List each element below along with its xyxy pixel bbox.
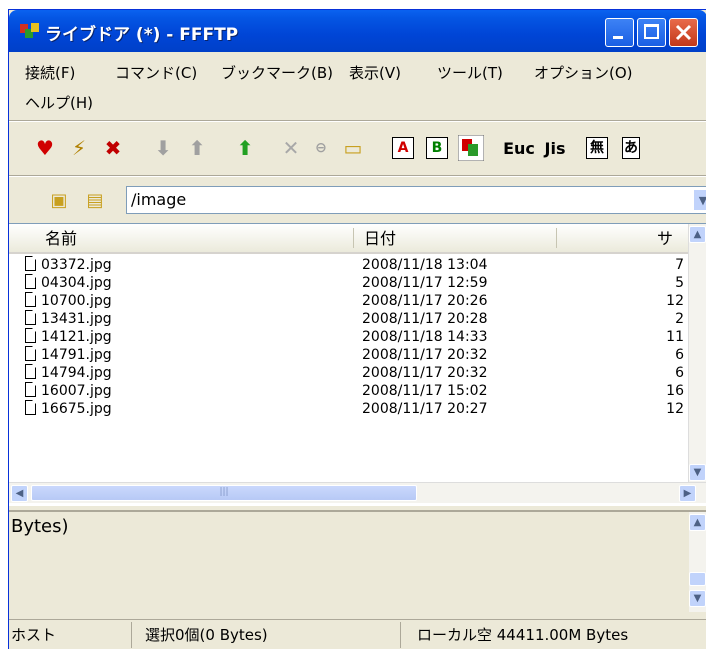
file-icon xyxy=(25,400,36,415)
maximize-icon xyxy=(644,24,659,39)
menu-help[interactable]: ヘルプ(H) xyxy=(25,92,93,113)
jis-icon[interactable]: Jis xyxy=(541,134,569,162)
column-divider[interactable] xyxy=(353,228,354,248)
mkdir-icon[interactable]: ▭ xyxy=(339,134,367,162)
auto-mode-icon[interactable] xyxy=(457,134,485,162)
disconnect-icon[interactable]: ✖ xyxy=(99,134,127,162)
log-scroll-up-button[interactable]: ▲ xyxy=(689,514,706,531)
log-vertical-scrollbar[interactable]: ▲ ▼ xyxy=(689,512,706,612)
file-icon xyxy=(25,310,36,325)
status-bar: ホスト 選択0個(0 Bytes) ローカル空 44411.00M Bytes xyxy=(9,619,706,649)
no-convert-icon[interactable]: 無 xyxy=(583,134,611,162)
scroll-right-button[interactable]: ▶ xyxy=(679,485,696,502)
chevron-down-icon[interactable]: ▼ xyxy=(693,189,706,211)
parent-folder-icon[interactable]: ▣ xyxy=(45,186,73,214)
horizontal-scroll-thumb[interactable]: ||| xyxy=(31,485,417,501)
delete-icon[interactable]: ✕ xyxy=(277,134,305,162)
log-scroll-thumb[interactable] xyxy=(689,572,706,586)
column-header-size[interactable]: サ xyxy=(657,224,687,252)
maximize-button[interactable] xyxy=(637,18,666,47)
file-icon xyxy=(25,256,36,271)
status-local-free: ローカル空 44411.00M Bytes xyxy=(417,626,629,644)
status-host: ホスト xyxy=(11,622,132,648)
table-row[interactable]: 04304.jpg 2008/11/17 12:59 5 xyxy=(9,274,689,292)
menu-tools[interactable]: ツール(T) xyxy=(437,62,503,83)
menu-bar: 接続(F) コマンド(C) ブックマーク(B) 表示(V) ツール(T) オプシ… xyxy=(9,54,706,120)
file-icon xyxy=(25,274,36,289)
menu-bookmark[interactable]: ブックマーク(B) xyxy=(221,62,333,83)
file-list-horizontal-scrollbar[interactable]: ◀ ||| ▶ xyxy=(9,482,706,503)
column-header-date[interactable]: 日付 xyxy=(364,224,396,252)
rename-icon[interactable]: ⊖ xyxy=(307,134,335,162)
scroll-up-button[interactable]: ▲ xyxy=(689,226,706,243)
menu-view[interactable]: 表示(V) xyxy=(349,62,401,83)
table-row[interactable]: 10700.jpg 2008/11/17 20:26 12 xyxy=(9,292,689,310)
remote-path-value: /image xyxy=(131,190,187,209)
list-header: 名前 日付 サ xyxy=(9,224,706,254)
title-bar[interactable]: ライブドア (*) - FFFTP xyxy=(9,10,706,52)
scroll-left-button[interactable]: ◀ xyxy=(11,485,28,502)
scroll-down-button[interactable]: ▼ xyxy=(689,464,706,481)
status-selection: 選択0個(0 Bytes) xyxy=(137,622,401,648)
euc-icon[interactable]: Euc xyxy=(503,134,535,162)
column-divider[interactable] xyxy=(556,228,557,248)
minimize-button[interactable] xyxy=(605,18,634,47)
file-icon xyxy=(25,364,36,379)
log-text: Bytes) xyxy=(11,516,69,537)
remote-file-list[interactable]: 名前 日付 サ 03372.jpg 2008/11/18 13:04 7 043… xyxy=(9,223,706,506)
toolbar-separator xyxy=(9,175,706,177)
table-row[interactable]: 03372.jpg 2008/11/18 13:04 7 xyxy=(9,256,689,274)
close-button[interactable] xyxy=(669,18,698,47)
close-icon xyxy=(675,24,692,41)
file-icon xyxy=(25,346,36,361)
table-row[interactable]: 14794.jpg 2008/11/17 20:32 6 xyxy=(9,364,689,382)
connect-icon[interactable]: ♥ xyxy=(31,134,59,162)
table-row[interactable]: 14121.jpg 2008/11/18 14:33 11 xyxy=(9,328,689,346)
ascii-mode-icon[interactable]: A xyxy=(389,134,417,162)
toolbar: ♥ ⚡ ✖ ⬇ ⬆ ⬆ ✕ ⊖ ▭ A B Euc Jis 無 あ xyxy=(9,123,706,175)
binary-mode-icon[interactable]: B xyxy=(423,134,451,162)
remote-path-combobox[interactable]: /image ▼ xyxy=(126,186,706,214)
download-icon[interactable]: ⬇ xyxy=(149,134,177,162)
quick-connect-icon[interactable]: ⚡ xyxy=(65,134,93,162)
auto-mode-glyph xyxy=(458,135,484,161)
file-icon xyxy=(25,328,36,343)
table-row[interactable]: 14791.jpg 2008/11/17 20:32 6 xyxy=(9,346,689,364)
menu-connect[interactable]: 接続(F) xyxy=(25,62,75,83)
open-folder-icon[interactable]: ▤ xyxy=(81,186,109,214)
ffftp-window: ライブドア (*) - FFFTP 接続(F) コマンド(C) ブックマーク(B… xyxy=(8,9,706,649)
mirror-upload-icon[interactable]: ⬆ xyxy=(231,134,259,162)
upload-icon[interactable]: ⬆ xyxy=(183,134,211,162)
column-header-name[interactable]: 名前 xyxy=(45,224,77,252)
window-title: ライブドア (*) - FFFTP xyxy=(45,25,239,45)
path-bar: ▣ ▤ /image ▼ xyxy=(9,178,706,222)
minimize-icon xyxy=(613,36,623,39)
table-row[interactable]: 16675.jpg 2008/11/17 20:27 12 xyxy=(9,400,689,418)
file-list-vertical-scrollbar[interactable]: ▲ ▼ xyxy=(688,224,706,482)
table-row[interactable]: 13431.jpg 2008/11/17 20:28 2 xyxy=(9,310,689,328)
file-icon xyxy=(25,292,36,307)
menu-separator xyxy=(9,120,706,122)
file-icon xyxy=(25,382,36,397)
log-pane[interactable]: Bytes) ▲ ▼ xyxy=(9,510,706,619)
ffftp-app-icon xyxy=(20,23,39,38)
log-scroll-down-button[interactable]: ▼ xyxy=(689,590,706,607)
menu-options[interactable]: オプション(O) xyxy=(534,62,633,83)
kana-convert-icon[interactable]: あ xyxy=(617,134,645,162)
table-row[interactable]: 16007.jpg 2008/11/17 15:02 16 xyxy=(9,382,689,400)
menu-command[interactable]: コマンド(C) xyxy=(115,62,197,83)
